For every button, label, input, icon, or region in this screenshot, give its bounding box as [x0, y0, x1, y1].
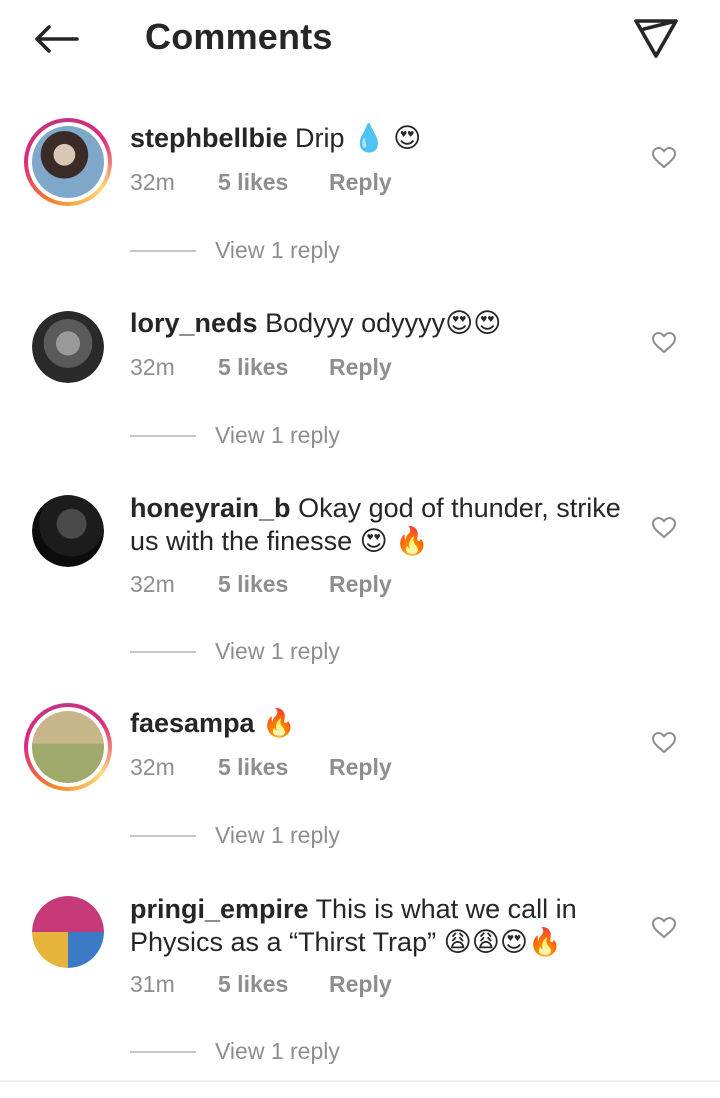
bottom-divider: [0, 1080, 720, 1082]
like-button[interactable]: [648, 912, 680, 944]
arrow-left-icon: [35, 25, 79, 53]
likes-count[interactable]: 5 likes: [218, 754, 329, 781]
comment-meta: 31m 5 likes Reply: [130, 971, 392, 998]
like-button[interactable]: [648, 727, 680, 759]
view-replies-label: View 1 reply: [215, 422, 340, 448]
comment-body: Bodyyy odyyyy😍😍: [265, 308, 502, 338]
view-replies-label: View 1 reply: [215, 822, 340, 848]
reply-divider: [130, 834, 196, 837]
comment-text: stephbellbie Drip 💧 😍: [130, 122, 630, 155]
send-button[interactable]: [628, 12, 684, 64]
like-button[interactable]: [648, 512, 680, 544]
likes-count[interactable]: 5 likes: [218, 169, 329, 196]
comment-body: Drip 💧 😍: [295, 123, 422, 153]
reply-divider: [130, 249, 196, 252]
comment-username[interactable]: faesampa: [130, 708, 255, 738]
reply-button[interactable]: Reply: [329, 971, 392, 998]
avatar[interactable]: [32, 896, 104, 968]
view-replies-button[interactable]: View 1 reply: [130, 822, 340, 849]
heart-outline-icon: [652, 517, 676, 539]
page-title: Comments: [145, 16, 333, 57]
heart-outline-icon: [652, 332, 676, 354]
reply-divider: [130, 434, 196, 437]
view-replies-label: View 1 reply: [215, 237, 340, 263]
reply-button[interactable]: Reply: [329, 354, 392, 381]
comment-meta: 32m 5 likes Reply: [130, 754, 392, 781]
avatar[interactable]: [32, 311, 104, 383]
reply-button[interactable]: Reply: [329, 754, 392, 781]
comment-text: pringi_empire This is what we call in Ph…: [130, 893, 630, 959]
comment-meta: 32m 5 likes Reply: [130, 169, 392, 196]
heart-outline-icon: [652, 147, 676, 169]
comment-time: 32m: [130, 169, 175, 195]
view-replies-button[interactable]: View 1 reply: [130, 1038, 340, 1065]
header: Comments: [0, 0, 720, 78]
reply-divider: [130, 650, 196, 653]
avatar[interactable]: [32, 495, 104, 567]
back-button[interactable]: [28, 14, 84, 64]
view-replies-button[interactable]: View 1 reply: [130, 237, 340, 264]
comment-time: 32m: [130, 354, 175, 380]
likes-count[interactable]: 5 likes: [218, 571, 329, 598]
view-replies-label: View 1 reply: [215, 1038, 340, 1064]
comment-text: lory_neds Bodyyy odyyyy😍😍: [130, 307, 630, 340]
comment-time: 32m: [130, 571, 175, 597]
comment-body: 🔥: [262, 708, 296, 738]
comment-username[interactable]: lory_neds: [130, 308, 258, 338]
comment-time: 32m: [130, 754, 175, 780]
reply-button[interactable]: Reply: [329, 169, 392, 196]
comment-username[interactable]: pringi_empire: [130, 894, 309, 924]
paper-plane-icon: [634, 19, 678, 58]
comment-time: 31m: [130, 971, 175, 997]
likes-count[interactable]: 5 likes: [218, 971, 329, 998]
heart-outline-icon: [652, 732, 676, 754]
comment-username[interactable]: stephbellbie: [130, 123, 288, 153]
comment-meta: 32m 5 likes Reply: [130, 571, 392, 598]
comment-text: honeyrain_b Okay god of thunder, strike …: [130, 492, 630, 558]
avatar[interactable]: [24, 118, 112, 206]
comment-username[interactable]: honeyrain_b: [130, 493, 291, 523]
reply-button[interactable]: Reply: [329, 571, 392, 598]
comment-text: faesampa 🔥: [130, 707, 630, 740]
view-replies-button[interactable]: View 1 reply: [130, 638, 340, 665]
view-replies-label: View 1 reply: [215, 638, 340, 664]
like-button[interactable]: [648, 327, 680, 359]
view-replies-button[interactable]: View 1 reply: [130, 422, 340, 449]
likes-count[interactable]: 5 likes: [218, 354, 329, 381]
avatar[interactable]: [24, 703, 112, 791]
reply-divider: [130, 1050, 196, 1053]
like-button[interactable]: [648, 142, 680, 174]
heart-outline-icon: [652, 917, 676, 939]
comment-meta: 32m 5 likes Reply: [130, 354, 392, 381]
